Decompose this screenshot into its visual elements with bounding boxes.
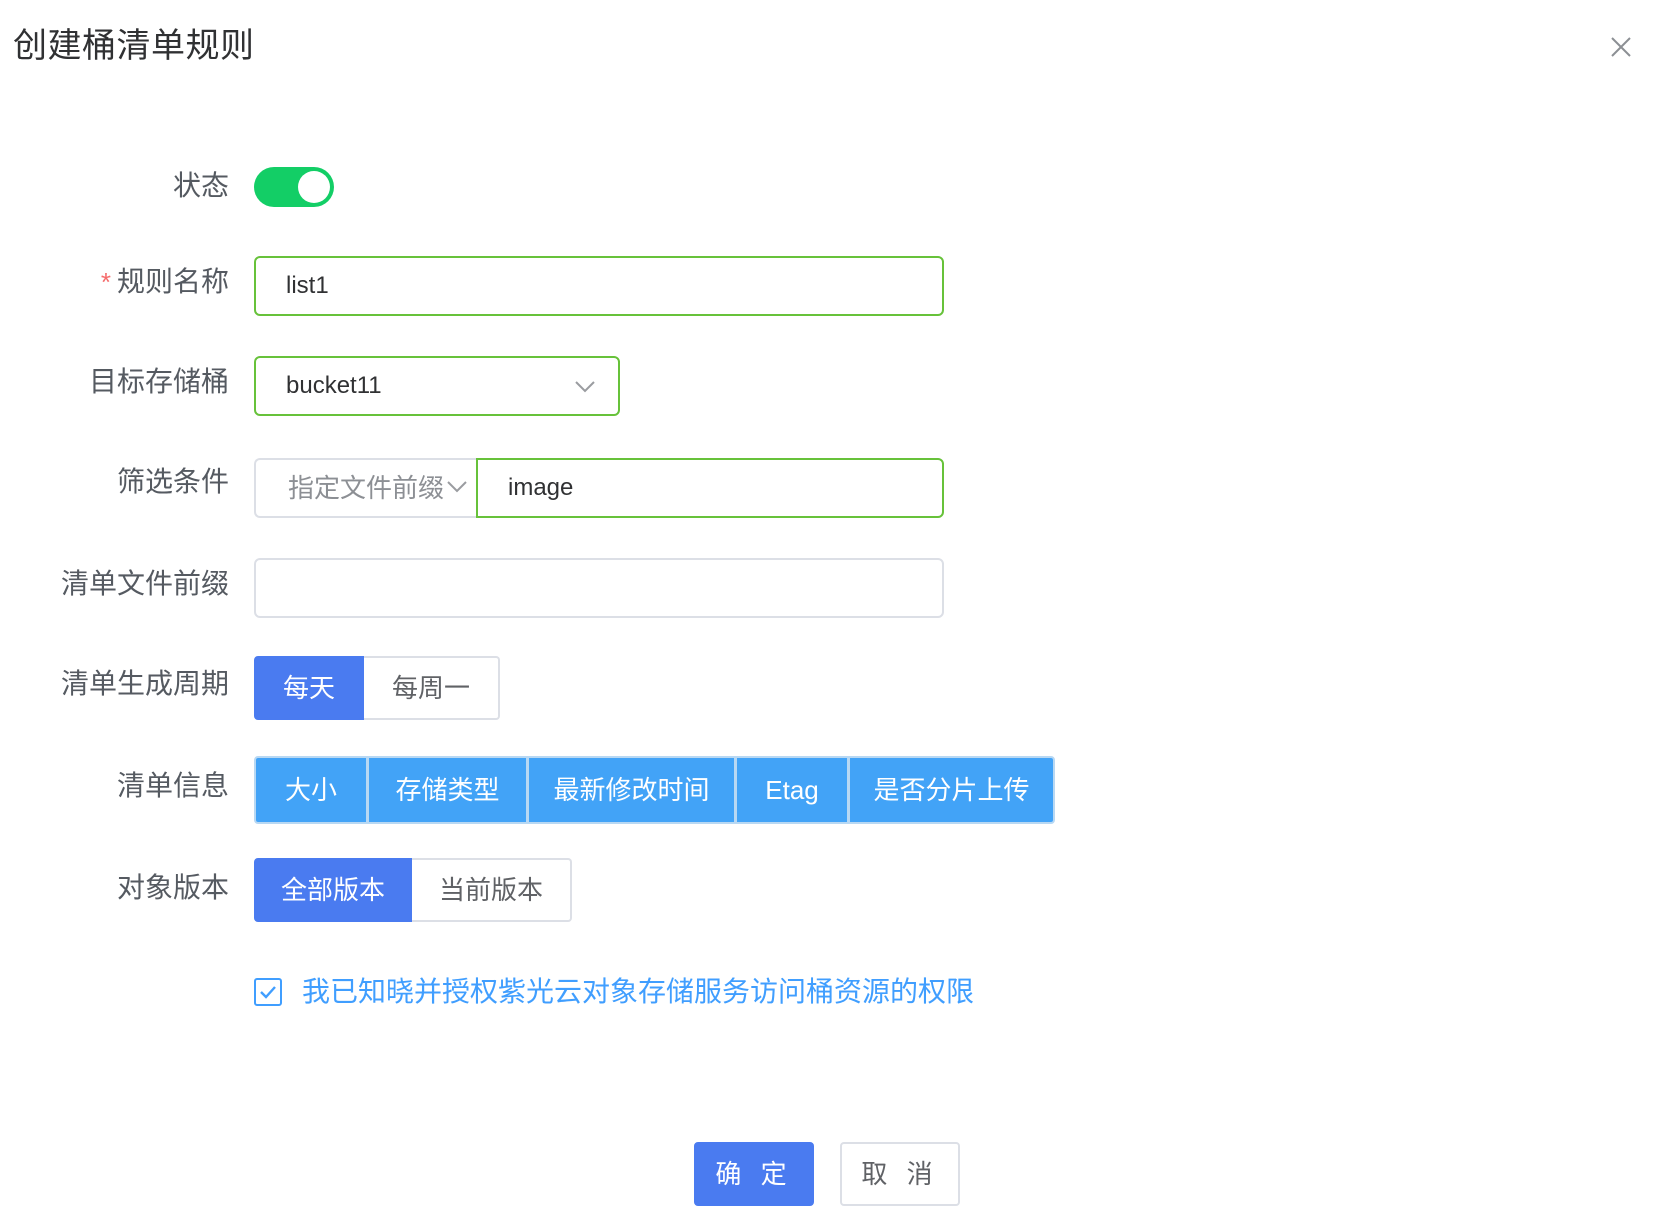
agreement-text[interactable]: 我已知晓并授权紫光云对象存储服务访问桶资源的权限	[302, 972, 974, 1012]
filter-type-value: 指定文件前缀	[288, 473, 445, 503]
target-bucket-value: bucket11	[286, 372, 382, 399]
chevron-down-icon	[574, 376, 596, 396]
target-bucket-select[interactable]: bucket11	[254, 356, 620, 416]
confirm-button[interactable]: 确 定	[694, 1142, 814, 1206]
status-switch[interactable]	[254, 167, 334, 207]
filter-label: 筛选条件	[116, 466, 229, 497]
versions-label: 对象版本	[116, 872, 229, 903]
status-label: 状态	[172, 170, 229, 201]
frequency-label: 清单生成周期	[60, 668, 229, 699]
info-storage-class-button[interactable]: 存储类型	[366, 758, 526, 822]
filter-value-input[interactable]: image	[476, 458, 944, 518]
filter-type-select[interactable]: 指定文件前缀	[254, 458, 478, 518]
close-button[interactable]	[1606, 32, 1636, 62]
info-last-modified-button[interactable]: 最新修改时间	[526, 758, 734, 822]
frequency-daily-button[interactable]: 每天	[254, 656, 364, 720]
dialog-title: 创建桶清单规则	[13, 27, 255, 65]
info-etag-button[interactable]: Etag	[734, 758, 847, 822]
info-group: 大小 存储类型 最新修改时间 Etag 是否分片上传	[254, 756, 1055, 824]
rule-name-label: * 规则名称	[101, 262, 229, 302]
agreement-checkbox[interactable]	[254, 978, 282, 1006]
versions-current-button[interactable]: 当前版本	[412, 858, 572, 922]
chevron-down-icon	[446, 476, 468, 496]
required-mark: *	[100, 267, 111, 297]
inventory-prefix-input[interactable]	[254, 558, 944, 618]
check-icon	[260, 986, 276, 999]
versions-all-button[interactable]: 全部版本	[254, 858, 412, 922]
frequency-monday-button[interactable]: 每周一	[364, 656, 500, 720]
frequency-group: 每天 每周一	[254, 656, 500, 720]
cancel-button[interactable]: 取 消	[840, 1142, 960, 1206]
target-bucket-label: 目标存储桶	[88, 366, 229, 397]
info-multipart-button[interactable]: 是否分片上传	[847, 758, 1053, 822]
rule-name-label-text: 规则名称	[116, 266, 229, 297]
inventory-prefix-label: 清单文件前缀	[60, 568, 229, 599]
info-label: 清单信息	[116, 770, 229, 801]
close-icon	[1611, 37, 1631, 57]
switch-knob	[298, 171, 330, 203]
versions-group: 全部版本 当前版本	[254, 858, 572, 922]
info-size-button[interactable]: 大小	[256, 758, 366, 822]
rule-name-input[interactable]: list1	[254, 256, 944, 316]
